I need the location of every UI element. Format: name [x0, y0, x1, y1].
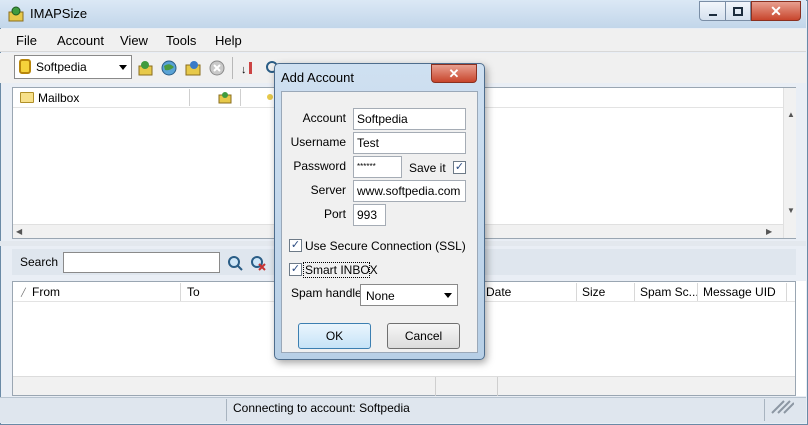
tree-vertical-scrollbar[interactable]: ▲ ▼: [783, 88, 796, 238]
maximize-button[interactable]: [725, 1, 751, 21]
mailbox-column-header[interactable]: Mailbox: [38, 91, 79, 105]
scrollbar-divider: [435, 377, 436, 396]
stop-icon[interactable]: [208, 59, 226, 77]
password-field[interactable]: ******: [353, 156, 402, 178]
save-it-label: Save it: [409, 161, 446, 175]
scrollbar-divider: [497, 377, 498, 396]
account-select-value: Softpedia: [36, 60, 87, 74]
checkmark-icon: ✓: [290, 239, 301, 251]
close-icon: ✕: [448, 66, 460, 81]
ssl-checkbox[interactable]: ✓: [289, 239, 302, 252]
right-edge-strip: [796, 281, 806, 396]
ok-button[interactable]: OK: [298, 323, 371, 349]
scroll-right-icon[interactable]: ▶: [766, 227, 772, 236]
status-separator: [226, 399, 227, 421]
column-separator: [576, 283, 577, 301]
ssl-label: Use Secure Connection (SSL): [305, 239, 466, 253]
column-separator: [189, 89, 190, 106]
resize-grip-icon[interactable]: [770, 400, 794, 414]
dialog-close-button[interactable]: ✕: [431, 64, 477, 83]
port-field[interactable]: 993: [353, 204, 386, 226]
scroll-up-icon[interactable]: ▲: [787, 110, 795, 119]
lock-icon: [19, 59, 31, 74]
column-to[interactable]: To: [187, 285, 200, 299]
password-label: Password: [293, 159, 346, 173]
scroll-left-icon[interactable]: ◀: [16, 227, 22, 236]
username-label: Username: [290, 135, 346, 149]
server-field[interactable]: www.softpedia.com: [353, 180, 466, 202]
smart-inbox-label: Smart INBOX: [305, 263, 378, 277]
column-separator: [634, 283, 635, 301]
account-select[interactable]: Softpedia: [14, 55, 132, 79]
dialog-title: Add Account: [281, 70, 354, 85]
spam-handle-select[interactable]: None: [360, 284, 458, 306]
svg-text:↓: ↓: [241, 64, 247, 76]
server-label: Server: [310, 183, 346, 197]
clear-search-icon[interactable]: [249, 254, 267, 272]
menu-help[interactable]: Help: [215, 33, 242, 48]
chevron-down-icon: [119, 65, 127, 70]
username-field[interactable]: Test: [353, 132, 466, 154]
close-icon: ✕: [770, 3, 782, 19]
title-bar: [0, 0, 806, 28]
folder-icon: [20, 92, 34, 103]
folder-sync-icon[interactable]: [184, 59, 202, 77]
account-field[interactable]: Softpedia: [353, 108, 466, 130]
spam-handle-label: Spam handle: [291, 286, 362, 300]
column-separator: [786, 283, 787, 301]
column-message-uid[interactable]: Message UID: [703, 285, 776, 299]
spam-handle-value: None: [366, 289, 395, 303]
sort-icon[interactable]: ↓: [240, 59, 258, 77]
scroll-down-icon[interactable]: ▼: [787, 206, 795, 215]
menu-view[interactable]: View: [120, 33, 148, 48]
sort-indicator-icon: ╱: [21, 288, 26, 297]
toolbar-separator: [232, 57, 233, 79]
close-button[interactable]: ✕: [751, 1, 801, 21]
minimize-icon: [708, 14, 717, 16]
column-separator: [180, 283, 181, 301]
column-spam-score[interactable]: Spam Sc...: [640, 285, 699, 299]
search-label: Search: [20, 255, 59, 269]
checkmark-icon: ✓: [454, 161, 465, 173]
connect-icon[interactable]: [137, 59, 155, 77]
chevron-down-icon: [444, 293, 452, 298]
checkmark-icon: ✓: [290, 263, 301, 275]
maximize-icon: [733, 7, 743, 16]
menu-tools[interactable]: Tools: [166, 33, 196, 48]
column-separator: [240, 89, 241, 106]
account-label: Account: [302, 111, 346, 125]
search-input[interactable]: [63, 252, 220, 273]
cancel-button[interactable]: Cancel: [387, 323, 460, 349]
message-list-horizontal-scrollbar[interactable]: [13, 376, 795, 396]
column-from[interactable]: From: [32, 285, 60, 299]
globe-icon[interactable]: [160, 59, 178, 77]
status-text: Connecting to account: Softpedia: [233, 401, 410, 415]
menu-file[interactable]: File: [16, 33, 37, 48]
status-separator: [764, 399, 765, 421]
window-title: IMAPSize: [30, 6, 88, 21]
port-label: Port: [323, 207, 346, 221]
inbox-column-icon[interactable]: [218, 90, 232, 104]
column-date[interactable]: Date: [486, 285, 511, 299]
menu-account[interactable]: Account: [57, 33, 104, 48]
column-separator: [697, 283, 698, 301]
column-icon: [267, 94, 273, 100]
minimize-button[interactable]: [699, 1, 726, 21]
smart-inbox-checkbox[interactable]: ✓: [289, 263, 302, 276]
column-size[interactable]: Size: [582, 285, 605, 299]
search-icon[interactable]: [226, 254, 244, 272]
save-it-checkbox[interactable]: ✓: [453, 161, 466, 174]
app-logo-icon: [8, 6, 24, 22]
